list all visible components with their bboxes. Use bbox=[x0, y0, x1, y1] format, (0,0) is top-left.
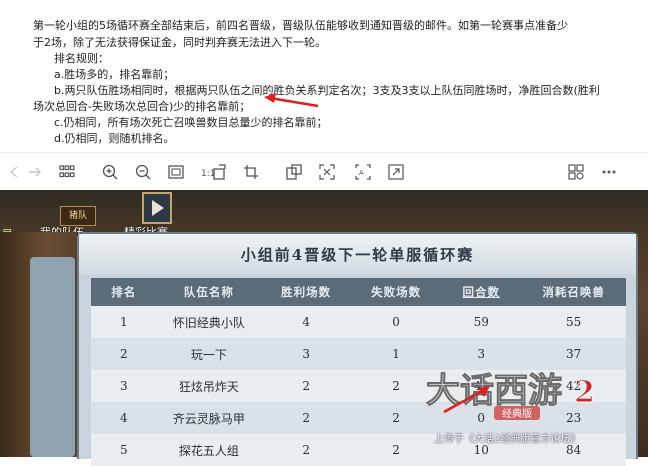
logo-number: 2 bbox=[574, 375, 595, 410]
grid-icon[interactable] bbox=[54, 159, 80, 185]
column-header: 队伍名称 bbox=[156, 278, 262, 306]
team-cell: 探花五人组 bbox=[156, 434, 262, 466]
crop-icon[interactable] bbox=[238, 159, 264, 185]
losses-cell: 0 bbox=[351, 306, 442, 338]
svg-text:A: A bbox=[359, 169, 364, 177]
play-button[interactable] bbox=[142, 192, 172, 224]
copy-icon[interactable] bbox=[281, 159, 307, 185]
share-icon[interactable] bbox=[383, 159, 409, 185]
rule-b-line1: b.两只队伍胜场相同时，根据两只队伍之间的胜负关系判定名次；3支及3支以上队伍同… bbox=[54, 84, 600, 97]
game-top-scene bbox=[0, 190, 648, 238]
rotate-icon[interactable] bbox=[207, 159, 233, 185]
rule-a: a.胜场多的，排名靠前； bbox=[54, 68, 175, 81]
wins-cell: 2 bbox=[261, 402, 352, 434]
rank-cell: 5 bbox=[91, 434, 157, 466]
zoom-out-icon[interactable] bbox=[130, 159, 156, 185]
play-icon bbox=[152, 200, 164, 216]
column-header: 排名 bbox=[91, 278, 157, 306]
rank-cell: 1 bbox=[91, 306, 157, 338]
team-cell: 怀旧经典小队 bbox=[156, 306, 262, 338]
ocr-icon[interactable]: A bbox=[350, 159, 376, 185]
image-viewer-toolbar: 1:1 A bbox=[0, 152, 648, 191]
zoom-in-icon[interactable] bbox=[97, 159, 123, 185]
panel-title: 小组前4晋级下一轮单服循环赛 bbox=[79, 234, 636, 274]
paragraph-line: 于2场，除了无法获得保证金，同时判弃赛无法进入下一轮。 bbox=[33, 36, 326, 49]
table-row: 1 怀旧经典小队 4 0 59 55 bbox=[91, 306, 626, 338]
watermark-text: 上传于《大话2经典版官方论坛》 bbox=[434, 434, 581, 445]
wins-cell: 4 bbox=[261, 306, 352, 338]
column-header: 失败场数 bbox=[351, 278, 442, 306]
forward-arrow-icon[interactable] bbox=[22, 159, 48, 185]
rule-d: d.仍相同，则随机排名。 bbox=[54, 132, 175, 145]
left-frame-decoration bbox=[0, 232, 77, 457]
rule-c: c.仍相同，所有场次死亡召唤兽数目总量少的排名靠前； bbox=[54, 116, 328, 129]
rank-cell: 3 bbox=[91, 370, 157, 402]
team-cell: 狂炫吊炸天 bbox=[156, 370, 262, 402]
paragraph-line: 第一轮小组的5场循环赛全部结束后，前四名晋级，晋级队伍能够收到通知晋级的邮件。如… bbox=[33, 19, 568, 32]
rounds-cell: 59 bbox=[441, 306, 522, 338]
team-cell: 玩一下 bbox=[156, 338, 262, 370]
wins-cell: 2 bbox=[261, 434, 352, 466]
rule-b-line2: 场次总回合-失败场次总回合)少的排名靠前； bbox=[33, 100, 251, 113]
table-header-row: 排名 队伍名称 胜利场数 失败场数 回合数 消耗召唤兽 bbox=[91, 278, 626, 306]
team-cell: 齐云灵脉马甲 bbox=[156, 402, 262, 434]
dots-icon[interactable] bbox=[596, 159, 622, 185]
annotation-arrow-icon bbox=[264, 93, 319, 108]
consumed-cell: 55 bbox=[521, 306, 626, 338]
wins-cell: 3 bbox=[261, 338, 352, 370]
column-header: 消耗召唤兽 bbox=[521, 278, 626, 306]
team-badge: 猪队 bbox=[60, 206, 96, 226]
annotation-arrow-icon bbox=[443, 386, 490, 414]
rank-cell: 4 bbox=[91, 402, 157, 434]
logo-subtitle: 经典版 bbox=[502, 407, 532, 420]
document-text-area: 第一轮小组的5场循环赛全部结束后，前四名晋级，晋级队伍能够收到通知晋级的邮件。如… bbox=[0, 0, 648, 152]
column-header-sortable[interactable]: 回合数 bbox=[441, 278, 522, 306]
fit-window-icon[interactable] bbox=[163, 159, 189, 185]
losses-cell: 2 bbox=[351, 434, 442, 466]
rules-title: 排名规则： bbox=[54, 52, 109, 65]
rank-cell: 2 bbox=[91, 338, 157, 370]
column-header: 胜利场数 bbox=[261, 278, 352, 306]
fullscreen-icon[interactable] bbox=[314, 159, 340, 185]
more-icon[interactable] bbox=[563, 159, 589, 185]
wins-cell: 2 bbox=[261, 370, 352, 402]
